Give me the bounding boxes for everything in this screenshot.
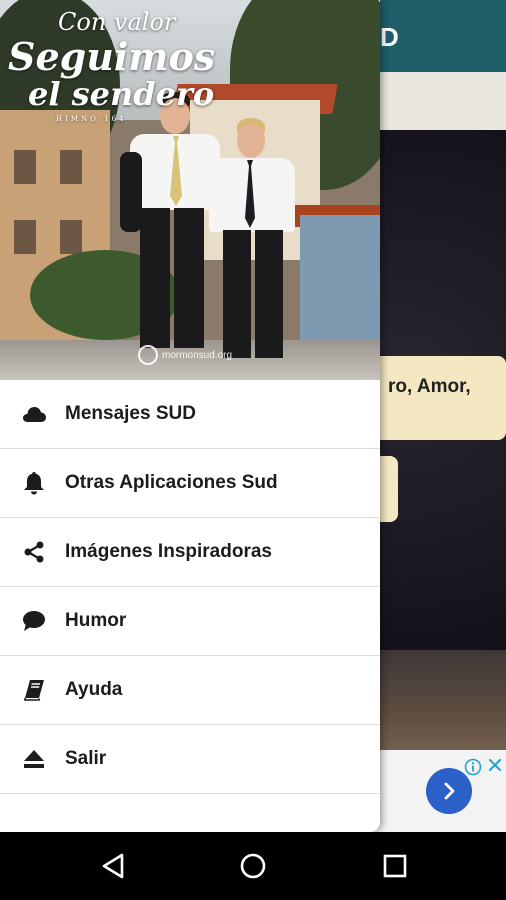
menu-item-label: Imágenes Inspiradoras (65, 541, 272, 562)
header-watermark: mormonsud.org (138, 345, 232, 365)
menu-item-ayuda[interactable]: Ayuda (0, 656, 380, 725)
navigation-drawer: Con valor Seguimos el sendero HIMNO 164 … (0, 0, 380, 832)
header-title: Con valor Seguimos el sendero HIMNO 164 (8, 10, 215, 123)
share-icon (22, 540, 46, 564)
menu-item-label: Otras Aplicaciones Sud (65, 472, 278, 493)
cloud-icon (22, 402, 46, 426)
menu-item-label: Humor (65, 610, 127, 631)
chat-bubble-icon (22, 609, 46, 633)
globe-icon (138, 345, 158, 365)
menu-item-label: Ayuda (65, 679, 123, 700)
menu-item-label: Mensajes SUD (65, 403, 196, 424)
menu-item-imagenes-inspiradoras[interactable]: Imágenes Inspiradoras (0, 518, 380, 587)
header-title-subtitle: HIMNO 164 (56, 115, 127, 123)
menu-item-salir[interactable]: Salir (0, 725, 380, 794)
menu-item-mensajes-sud[interactable]: Mensajes SUD (0, 380, 380, 449)
drawer-menu: Mensajes SUD Otras Aplicaciones Sud Imág… (0, 380, 380, 794)
screen: D ro, Amor, Con valor Seguimos el sender… (0, 0, 506, 900)
drawer-header-image: Con valor Seguimos el sendero HIMNO 164 … (0, 0, 380, 380)
header-title-line2: Seguimos (8, 34, 216, 79)
recents-square-icon[interactable] (381, 852, 409, 880)
eject-icon (22, 747, 46, 771)
bell-icon (22, 471, 46, 495)
watermark-text: mormonsud.org (162, 349, 233, 361)
menu-item-label: Salir (65, 748, 107, 769)
menu-item-humor[interactable]: Humor (0, 587, 380, 656)
header-title-line3: el sendero (28, 75, 215, 113)
menu-item-otras-aplicaciones[interactable]: Otras Aplicaciones Sud (0, 449, 380, 518)
header-title-line1: Con valor (58, 8, 176, 36)
header-house-right (300, 215, 380, 355)
back-triangle-icon[interactable] (100, 852, 128, 880)
home-circle-icon[interactable] (239, 852, 267, 880)
system-navigation-bar (0, 832, 506, 900)
book-icon (22, 678, 46, 702)
